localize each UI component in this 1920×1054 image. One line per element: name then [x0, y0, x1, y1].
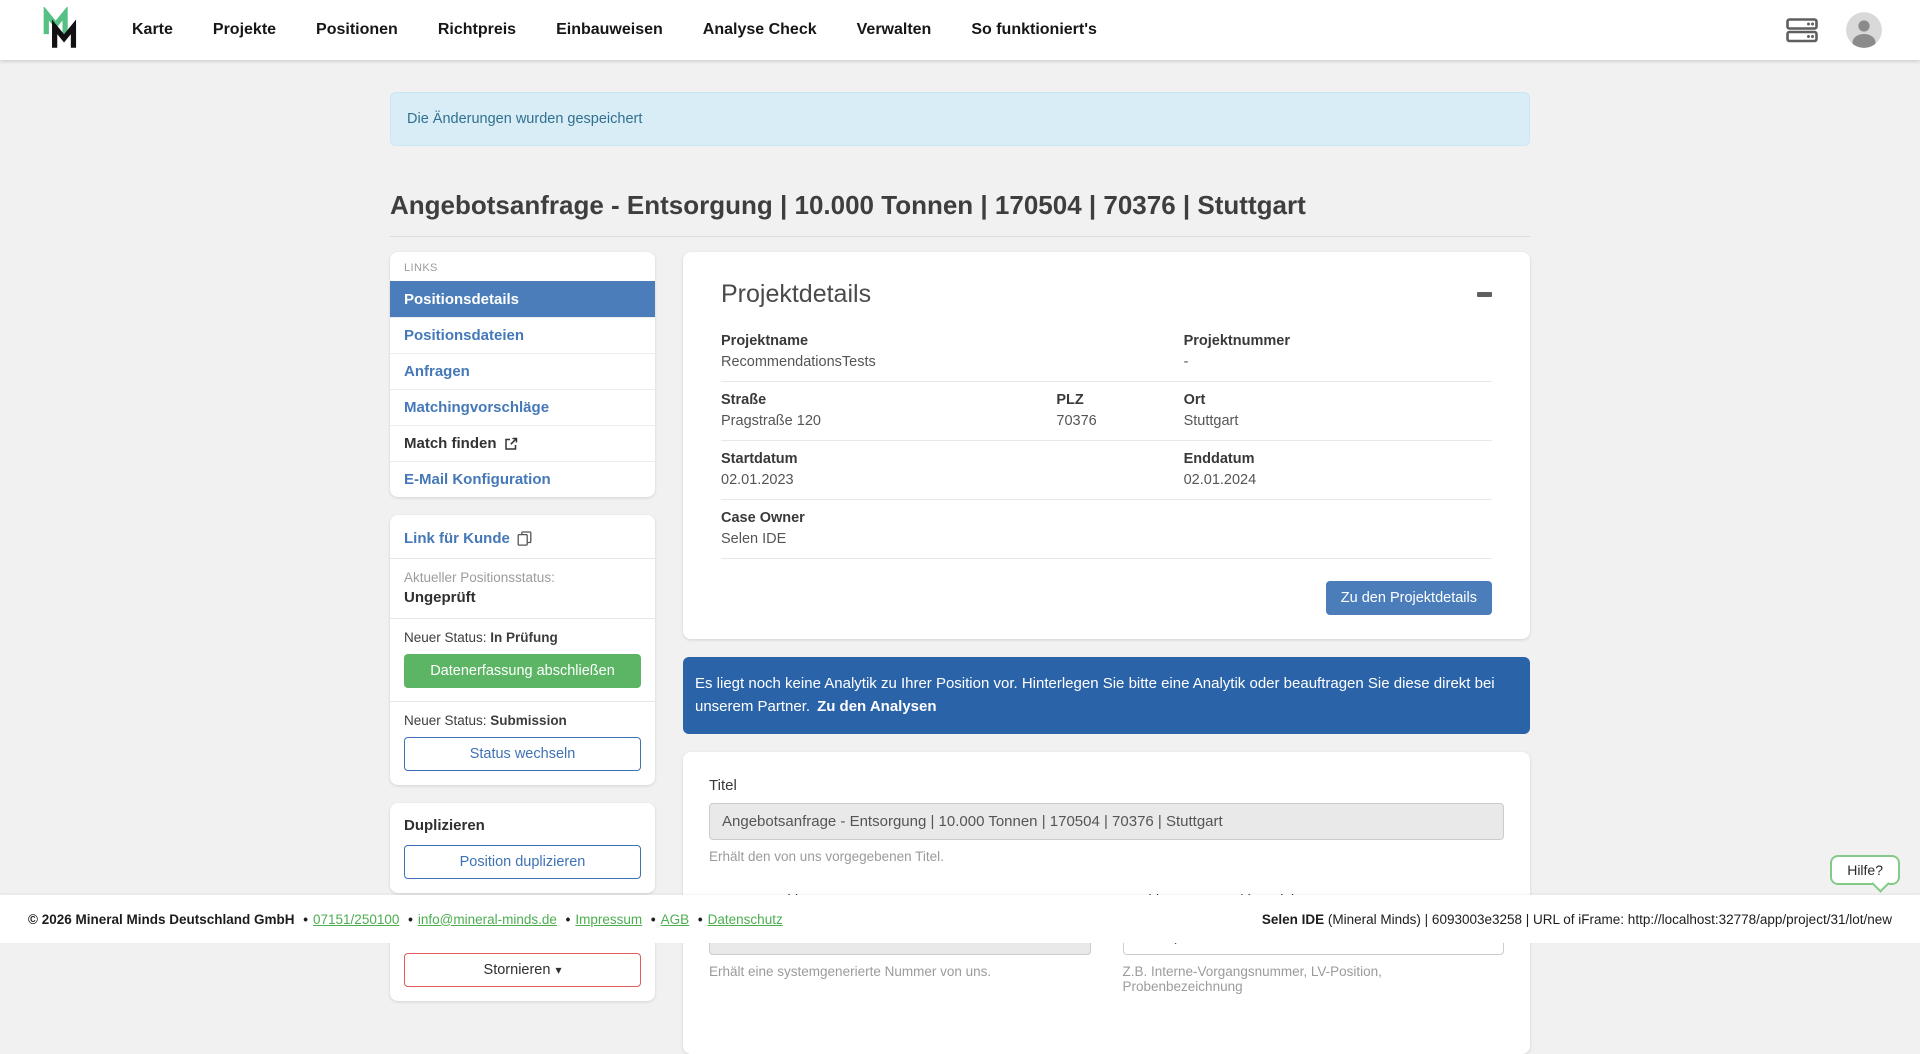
status-card: Link für Kunde Aktueller Positionsstatus… — [390, 515, 655, 785]
external-link-icon — [504, 437, 518, 451]
project-details-row: Projektname RecommendationsTests Projekt… — [721, 323, 1492, 382]
sidebar-item-label: Positionsdateien — [404, 327, 524, 344]
ort-label: Ort — [1184, 392, 1492, 408]
user-avatar-icon[interactable] — [1846, 12, 1882, 48]
footer-copyright: © 2026 Mineral Minds Deutschland GmbH — [28, 912, 295, 927]
duplicate-card-title: Duplizieren — [404, 817, 641, 834]
server-stack-icon[interactable] — [1786, 18, 1818, 43]
caret-down-icon: ▾ — [555, 963, 561, 977]
current-status-value: Ungeprüft — [404, 589, 641, 606]
footer-session-info: Selen IDE (Mineral Minds) | 6093003e3258… — [1262, 912, 1892, 927]
sidebar-item-match-finden[interactable]: Match finden — [390, 425, 655, 461]
copy-icon — [517, 531, 532, 546]
project-details-card: Projektdetails Projektname Recommendatio… — [683, 252, 1530, 639]
startdatum-value: 02.01.2023 — [721, 472, 1184, 488]
duplicate-position-button[interactable]: Position duplizieren — [404, 845, 641, 879]
duplicate-card: Duplizieren Position duplizieren — [390, 803, 655, 893]
sidebar-item-label: Matchingvorschläge — [404, 399, 549, 416]
nav-item-so-funktionierts[interactable]: So funktioniert's — [971, 21, 1097, 39]
enddatum-label: Enddatum — [1184, 451, 1492, 467]
sidebar-item-matchingvorschlaege[interactable]: Matchingvorschläge — [390, 389, 655, 425]
footer-user-name: Selen IDE — [1262, 912, 1324, 927]
links-card-header: LINKS — [390, 252, 655, 281]
divider — [390, 558, 655, 559]
case-owner-value: Selen IDE — [721, 531, 1184, 547]
nav-item-projekte[interactable]: Projekte — [213, 21, 276, 39]
cancel-dropdown-button[interactable]: Stornieren▾ — [404, 953, 641, 987]
help-button[interactable]: Hilfe? — [1830, 855, 1900, 885]
project-details-row: Straße Pragstraße 120 PLZ 70376 Ort Stut… — [721, 382, 1492, 441]
go-to-project-details-button[interactable]: Zu den Projektdetails — [1326, 581, 1492, 615]
nav-item-karte[interactable]: Karte — [132, 21, 173, 39]
strasse-label: Straße — [721, 392, 1056, 408]
ort-value: Stuttgart — [1184, 413, 1492, 429]
sidebar-item-positionsdateien[interactable]: Positionsdateien — [390, 317, 655, 353]
footer-email-link[interactable]: info@mineral-minds.de — [418, 912, 557, 927]
titel-label: Titel — [709, 777, 1504, 794]
sidebar-item-anfragen[interactable]: Anfragen — [390, 353, 655, 389]
footer-agb-link[interactable]: AGB — [661, 912, 690, 927]
projektname-label: Projektname — [721, 333, 1184, 349]
divider — [390, 618, 655, 619]
new-status-1: Neuer Status: In Prüfung — [404, 630, 641, 645]
go-to-analyses-link[interactable]: Zu den Analysen — [817, 698, 936, 715]
main-nav: Karte Projekte Positionen Richtpreis Ein… — [132, 21, 1097, 39]
minus-icon[interactable] — [1477, 292, 1492, 297]
plz-label: PLZ — [1056, 392, 1183, 408]
help-button-label: Hilfe? — [1847, 862, 1883, 878]
current-status-label: Aktueller Positionsstatus: — [404, 570, 641, 585]
customer-link[interactable]: Link für Kunde — [404, 527, 641, 558]
new-status-2: Neuer Status: Submission — [404, 713, 641, 728]
top-navigation-bar: Karte Projekte Positionen Richtpreis Ein… — [0, 0, 1920, 60]
switch-status-button[interactable]: Status wechseln — [404, 737, 641, 771]
projektname-value: RecommendationsTests — [721, 354, 1184, 370]
footer: © 2026 Mineral Minds Deutschland GmbH •0… — [0, 895, 1920, 943]
case-owner-label: Case Owner — [721, 510, 1184, 526]
divider — [390, 701, 655, 702]
analytics-banner: Es liegt noch keine Analytik zu Ihrer Po… — [683, 657, 1530, 734]
titel-helper: Erhält den von uns vorgegebenen Titel. — [709, 849, 1504, 864]
links-card: LINKS Positionsdetails Positionsdateien … — [390, 252, 655, 497]
plz-value: 70376 — [1056, 413, 1183, 429]
custom-position-number-helper: Z.B. Interne-Vorgangsnummer, LV-Position… — [1123, 964, 1505, 994]
our-position-number-helper: Erhält eine systemgenerierte Nummer von … — [709, 964, 1091, 979]
complete-data-entry-button[interactable]: Datenerfassung abschließen — [404, 654, 641, 688]
page-title: Angebotsanfrage - Entsorgung | 10.000 To… — [390, 190, 1530, 237]
strasse-value: Pragstraße 120 — [721, 413, 1056, 429]
footer-datenschutz-link[interactable]: Datenschutz — [708, 912, 783, 927]
project-details-row: Startdatum 02.01.2023 Enddatum 02.01.202… — [721, 441, 1492, 500]
nav-item-verwalten[interactable]: Verwalten — [857, 21, 932, 39]
enddatum-value: 02.01.2024 — [1184, 472, 1492, 488]
sidebar-item-positionsdetails[interactable]: Positionsdetails — [390, 281, 655, 317]
footer-session-details: (Mineral Minds) | 6093003e3258 | URL of … — [1324, 912, 1892, 927]
sidebar-item-label: Anfragen — [404, 363, 470, 380]
nav-item-richtpreis[interactable]: Richtpreis — [438, 21, 516, 39]
mineral-minds-logo[interactable] — [40, 7, 86, 53]
project-details-row: Case Owner Selen IDE — [721, 500, 1492, 559]
projektnummer-label: Projektnummer — [1184, 333, 1492, 349]
customer-link-label: Link für Kunde — [404, 530, 510, 547]
saved-alert: Die Änderungen wurden gespeichert — [390, 92, 1530, 146]
startdatum-label: Startdatum — [721, 451, 1184, 467]
projektnummer-value: - — [1184, 354, 1492, 370]
sidebar-item-email-konfiguration[interactable]: E-Mail Konfiguration — [390, 461, 655, 497]
sidebar-item-label: E-Mail Konfiguration — [404, 471, 551, 488]
nav-item-analyse-check[interactable]: Analyse Check — [703, 21, 817, 39]
nav-item-positionen[interactable]: Positionen — [316, 21, 398, 39]
nav-right-actions — [1786, 12, 1882, 48]
logo-icon — [40, 7, 86, 53]
footer-phone-link[interactable]: 07151/250100 — [313, 912, 399, 927]
project-details-title: Projektdetails — [721, 280, 871, 309]
analytics-banner-text: Es liegt noch keine Analytik zu Ihrer Po… — [695, 675, 1495, 715]
sidebar-item-label: Positionsdetails — [404, 291, 519, 308]
footer-impressum-link[interactable]: Impressum — [575, 912, 642, 927]
footer-left: © 2026 Mineral Minds Deutschland GmbH •0… — [28, 912, 783, 927]
saved-alert-text: Die Änderungen wurden gespeichert — [407, 111, 642, 127]
titel-input[interactable] — [709, 803, 1504, 840]
nav-item-einbauweisen[interactable]: Einbauweisen — [556, 21, 663, 39]
sidebar-item-label: Match finden — [404, 435, 497, 452]
